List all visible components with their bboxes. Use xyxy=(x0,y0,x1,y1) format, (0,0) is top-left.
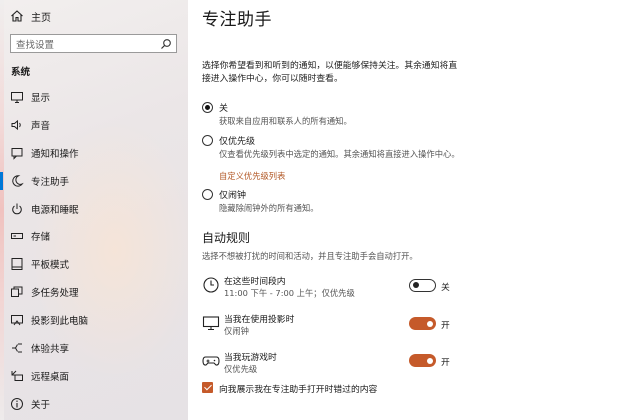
sidebar-item-label: 存储 xyxy=(31,232,51,244)
rule-title: 当我玩游戏时 xyxy=(224,353,277,363)
sidebar-item-about[interactable]: 关于 xyxy=(0,393,188,420)
page-title: 专注助手 xyxy=(202,10,272,30)
projecting-toggle[interactable] xyxy=(409,317,436,330)
main-panel: 专注助手 选择你希望看到和听到的通知，以便能够保持关注。其余通知将直接进入操作中… xyxy=(188,0,640,420)
sidebar-item-display[interactable]: 显示 xyxy=(0,86,188,114)
search-input[interactable]: 查找设置 xyxy=(16,37,160,51)
section-title: 系统 xyxy=(11,67,31,78)
rule-desc: 11:00 下午 - 7:00 上午；仅优先级 xyxy=(224,288,355,298)
home-icon xyxy=(10,9,24,23)
auto-rules-desc: 选择不想被打扰的时间和活动，并且专注助手会自动打开。 xyxy=(202,251,418,261)
sidebar-item-project[interactable]: 投影到此电脑 xyxy=(0,309,188,337)
sidebar-item-notifications[interactable]: 通知和操作 xyxy=(0,142,188,170)
checkbox-label: 向我展示我在专注助手打开时错过的内容 xyxy=(219,385,378,395)
sidebar-item-multitasking[interactable]: 多任务处理 xyxy=(0,281,188,309)
option-title: 仅闹钟 xyxy=(219,191,247,201)
project-icon xyxy=(10,313,24,327)
option-title: 仅优先级 xyxy=(219,137,256,147)
toggle-state-label: 开 xyxy=(441,358,450,368)
clock-icon xyxy=(202,276,220,294)
home-label: 主页 xyxy=(31,13,51,24)
rule-desc: 仅闹钟 xyxy=(224,326,249,336)
sidebar-item-storage[interactable]: 存储 xyxy=(0,225,188,253)
gaming-toggle[interactable] xyxy=(409,354,436,367)
sidebar-item-label: 体验共享 xyxy=(31,344,70,356)
customize-priority-link[interactable]: 自定义优先级列表 xyxy=(219,170,285,182)
option-desc: 隐藏除闹钟外的所有通知。 xyxy=(219,203,319,213)
intro-text: 选择你希望看到和听到的通知，以便能够保持关注。其余通知将直接进入操作中心，你可以… xyxy=(202,61,458,84)
sidebar-item-label: 关于 xyxy=(31,399,51,411)
toggle-state-label: 关 xyxy=(441,283,450,293)
radio-button[interactable] xyxy=(202,135,213,146)
show-missed-row[interactable]: 向我展示我在专注助手打开时错过的内容 xyxy=(202,382,502,396)
monitor-icon xyxy=(202,314,220,332)
search-box[interactable]: 查找设置 xyxy=(10,34,177,53)
option-alarms-only[interactable]: 仅闹钟 隐藏除闹钟外的所有通知。 xyxy=(202,188,482,214)
sidebar-item-label: 多任务处理 xyxy=(31,288,79,300)
sidebar-item-sound[interactable]: 声音 xyxy=(0,114,188,142)
sidebar-item-tablet[interactable]: 平板模式 xyxy=(0,253,188,281)
radio-button[interactable] xyxy=(202,102,213,113)
sidebar-item-remote-desktop[interactable]: 远程桌面 xyxy=(0,365,188,393)
moon-icon xyxy=(10,174,24,188)
radio-button[interactable] xyxy=(202,189,213,200)
sidebar: 主页 查找设置 系统 显示 声音 通知和操作 专注助手 电源和睡眠 存储 平板模… xyxy=(0,0,188,420)
sidebar-item-label: 平板模式 xyxy=(31,260,70,272)
sidebar-item-label: 通知和操作 xyxy=(31,148,79,160)
sidebar-item-label: 电源和睡眠 xyxy=(31,204,79,216)
time-range-toggle[interactable] xyxy=(409,279,436,292)
tablet-icon xyxy=(10,257,24,271)
auto-rules-heading: 自动规则 xyxy=(202,231,251,245)
option-priority-only[interactable]: 仅优先级 仅查看优先级列表中选定的通知。其余通知将直接进入操作中心。 自定义优先… xyxy=(202,134,482,182)
multitask-icon xyxy=(10,285,24,299)
search-icon[interactable] xyxy=(160,38,172,50)
sidebar-item-home[interactable]: 主页 xyxy=(0,6,188,26)
toggle-state-label: 开 xyxy=(441,321,450,331)
speaker-icon xyxy=(10,118,24,132)
sidebar-item-power[interactable]: 电源和睡眠 xyxy=(0,198,188,226)
sidebar-item-focus-assist[interactable]: 专注助手 xyxy=(0,170,188,198)
remote-desktop-icon xyxy=(10,369,24,383)
sidebar-item-label: 专注助手 xyxy=(31,176,70,188)
rule-desc: 仅优先级 xyxy=(224,364,258,374)
rule-title: 当我在使用投影时 xyxy=(224,315,295,325)
rule-title: 在这些时间段内 xyxy=(224,277,286,287)
sidebar-item-label: 声音 xyxy=(31,120,51,132)
settings-window: 主页 查找设置 系统 显示 声音 通知和操作 专注助手 电源和睡眠 存储 平板模… xyxy=(0,0,640,420)
storage-icon xyxy=(10,229,24,243)
info-icon xyxy=(10,397,24,411)
sidebar-nav: 显示 声音 通知和操作 专注助手 电源和睡眠 存储 平板模式 多任务处理 投影到… xyxy=(0,86,188,420)
notification-icon xyxy=(10,146,24,160)
power-icon xyxy=(10,202,24,216)
option-title: 关 xyxy=(219,104,229,114)
sidebar-item-label: 投影到此电脑 xyxy=(31,316,89,328)
option-desc: 获取来自应用和联系人的所有通知。 xyxy=(219,116,352,126)
option-off[interactable]: 关 获取来自应用和联系人的所有通知。 xyxy=(202,101,482,127)
share-icon xyxy=(10,341,24,355)
sidebar-item-label: 远程桌面 xyxy=(31,371,70,383)
monitor-icon xyxy=(10,90,24,104)
show-missed-checkbox[interactable] xyxy=(202,382,213,393)
sidebar-item-label: 显示 xyxy=(31,93,51,104)
sidebar-item-shared-experiences[interactable]: 体验共享 xyxy=(0,337,188,365)
gamepad-icon xyxy=(202,352,220,370)
option-desc: 仅查看优先级列表中选定的通知。其余通知将直接进入操作中心。 xyxy=(219,149,460,159)
